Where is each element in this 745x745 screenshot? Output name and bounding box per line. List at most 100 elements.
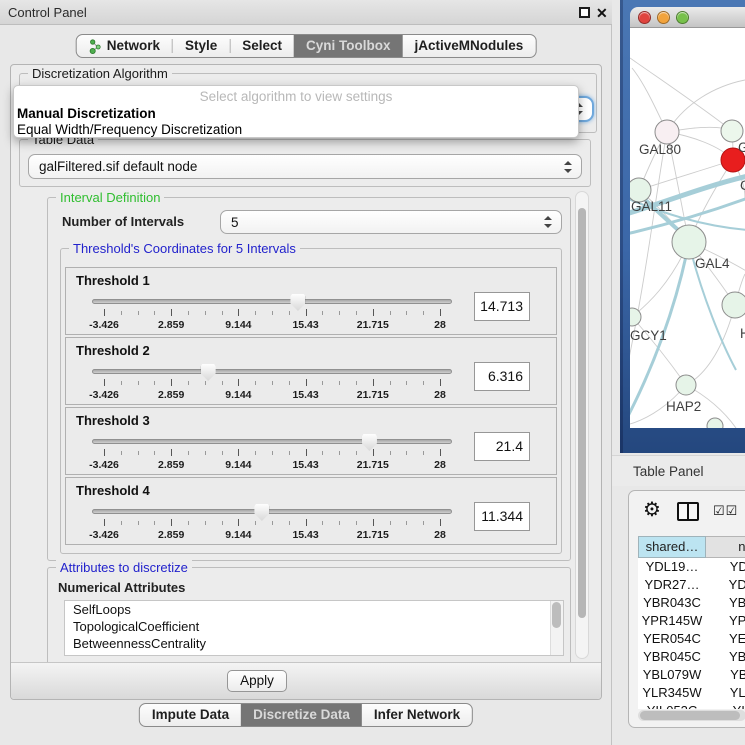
threshold-slider[interactable]: -3.4262.8599.14415.4321.71528: [92, 504, 452, 544]
columns-icon[interactable]: [677, 502, 699, 521]
apply-button[interactable]: Apply: [227, 670, 287, 692]
tab-jactivemnodules-label: jActiveMNodules: [415, 35, 524, 57]
tick-mark: [171, 309, 172, 316]
tick-mark: [138, 521, 139, 525]
list-item[interactable]: TopologicalCoefficient: [65, 618, 563, 635]
table-row[interactable]: YBR043CYBR0: [638, 594, 745, 612]
table-row[interactable]: YIL052CYIL0: [638, 702, 745, 709]
tab-select[interactable]: Select: [230, 35, 294, 57]
column-header-name[interactable]: na: [706, 536, 745, 558]
network-node-label: H: [740, 326, 745, 341]
table-cell-shared-name: YDR27…: [638, 576, 706, 594]
network-canvas[interactable]: GAL80GCGAL11GAL4GCY1HHAP2: [630, 28, 745, 428]
select-columns-icon[interactable]: ☑☑: [713, 503, 738, 519]
table-hscrollbar-thumb[interactable]: [640, 711, 740, 720]
tick-mark: [322, 381, 323, 385]
float-window-icon[interactable]: [579, 7, 590, 18]
minimize-traffic-light[interactable]: [657, 11, 670, 24]
tick-label: 2.859: [158, 529, 184, 541]
threshold-slider[interactable]: -3.4262.8599.14415.4321.71528: [92, 364, 452, 404]
threshold-slider[interactable]: -3.4262.8599.14415.4321.71528: [92, 294, 452, 334]
table-data-combobox[interactable]: galFiltered.sif default node: [28, 154, 582, 179]
control-panel-titlebar: Control Panel ✕: [0, 0, 612, 25]
tick-mark: [373, 519, 374, 526]
table-cell-shared-name: YBL079W: [638, 666, 706, 684]
slider-track[interactable]: [92, 369, 452, 374]
network-node[interactable]: [721, 120, 743, 142]
tab-infer-network[interactable]: Infer Network: [362, 704, 472, 726]
tab-discretize-data[interactable]: Discretize Data: [241, 704, 362, 726]
interval-definition-title: Interval Definition: [56, 190, 164, 205]
network-window-frame[interactable]: GAL80GCGAL11GAL4GCY1HHAP2: [620, 0, 745, 453]
table-cell-name: YIL0: [706, 702, 745, 709]
tick-mark: [188, 451, 189, 455]
threshold-label: Threshold 4: [76, 483, 150, 498]
tick-label: 2.859: [158, 459, 184, 471]
tab-impute-data[interactable]: Impute Data: [140, 704, 241, 726]
column-header-shared-name[interactable]: shared…: [638, 536, 706, 558]
table-row[interactable]: YLR345WYLR3: [638, 684, 745, 702]
tick-mark: [306, 449, 307, 456]
threshold-label: Threshold 1: [76, 273, 150, 288]
tick-mark: [406, 451, 407, 455]
network-edge: [686, 305, 735, 385]
tick-mark: [339, 311, 340, 315]
table-cell-name: YER0: [706, 630, 745, 648]
menu-item-manual-discretization[interactable]: Manual Discretization: [17, 106, 156, 121]
tab-jactivemnodules[interactable]: jActiveMNodules: [403, 35, 536, 57]
table-cell-name: YBL0: [706, 666, 745, 684]
threshold-value-field[interactable]: 14.713: [474, 292, 530, 321]
table-hscrollbar[interactable]: [638, 710, 745, 721]
network-node[interactable]: [707, 418, 723, 428]
threshold-value-field[interactable]: 21.4: [474, 432, 530, 461]
settings-scrollbar-thumb[interactable]: [578, 208, 586, 618]
network-node[interactable]: [722, 292, 745, 318]
slider-track[interactable]: [92, 299, 452, 304]
tick-mark: [272, 311, 273, 315]
threshold-value-field[interactable]: 11.344: [474, 502, 530, 531]
zoom-traffic-light[interactable]: [676, 11, 689, 24]
tick-label: 2.859: [158, 319, 184, 331]
tick-label: 28: [434, 389, 446, 401]
network-node-label: GAL4: [695, 256, 730, 271]
attributes-scrollbar[interactable]: [550, 601, 563, 655]
network-window-titlebar[interactable]: [630, 7, 745, 28]
tick-mark: [255, 521, 256, 525]
table-row[interactable]: YBL079WYBL0: [638, 666, 745, 684]
table-row[interactable]: YDR27…YDR2: [638, 576, 745, 594]
gear-icon[interactable]: ⚙: [643, 498, 661, 522]
tick-mark: [222, 381, 223, 385]
number-of-intervals-combobox[interactable]: 5: [220, 210, 562, 234]
tab-cyni-toolbox[interactable]: Cyni Toolbox: [294, 35, 403, 57]
table-row[interactable]: YER054CYER0: [638, 630, 745, 648]
list-item[interactable]: SelfLoops: [65, 601, 563, 618]
list-item[interactable]: BetweennessCentrality: [65, 635, 563, 652]
tick-mark: [272, 451, 273, 455]
tick-label: -3.426: [89, 389, 119, 401]
attributes-scrollbar-thumb[interactable]: [552, 602, 561, 628]
slider-track[interactable]: [92, 439, 452, 444]
network-edge: [630, 58, 732, 131]
table-row[interactable]: YPR145WYPR1: [638, 612, 745, 630]
slider-track[interactable]: [92, 509, 452, 514]
network-node[interactable]: [655, 120, 679, 144]
close-traffic-light[interactable]: [638, 11, 651, 24]
close-icon[interactable]: ✕: [596, 3, 608, 23]
tab-style[interactable]: Style: [173, 35, 229, 57]
network-node-label: C: [740, 178, 745, 193]
tab-network[interactable]: Network: [77, 35, 172, 57]
menu-item-equal-width-frequency[interactable]: Equal Width/Frequency Discretization: [17, 122, 242, 137]
network-node[interactable]: [676, 375, 696, 395]
settings-scrollbar[interactable]: [575, 191, 589, 659]
tab-impute-data-label: Impute Data: [152, 704, 229, 726]
table-row[interactable]: YDL19…YDL1: [638, 558, 745, 576]
threshold-slider[interactable]: -3.4262.8599.14415.4321.71528: [92, 434, 452, 474]
table-row[interactable]: YBR045CYBR0: [638, 648, 745, 666]
network-node[interactable]: [672, 225, 706, 259]
threshold-value-field[interactable]: 6.316: [474, 362, 530, 391]
tick-mark: [154, 381, 155, 385]
tick-mark: [306, 519, 307, 526]
tick-label: 9.144: [225, 319, 251, 331]
tick-mark: [121, 311, 122, 315]
table-cell-name: YDR2: [706, 576, 745, 594]
